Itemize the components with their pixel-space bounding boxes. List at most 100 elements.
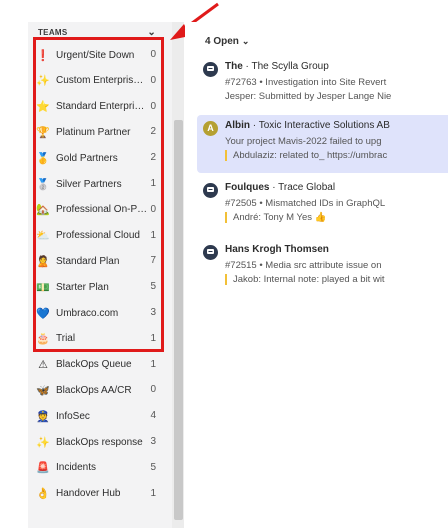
sidebar-item[interactable]: 🦋 BlackOps AA/CR 0 bbox=[36, 379, 164, 401]
sidebar-item[interactable]: ❗ Urgent/Site Down 0 bbox=[36, 44, 164, 66]
sidebar-item-count: 0 bbox=[150, 74, 156, 86]
sidebar-item[interactable]: 🥈 Silver Partners 1 bbox=[36, 173, 164, 195]
sidebar-item-count: 0 bbox=[150, 100, 156, 112]
conversation-title: Hans Krogh Thomsen bbox=[225, 244, 329, 255]
sun-cloud-icon: ⛅ bbox=[36, 230, 50, 243]
sidebar-item-label: Custom Enterprise S... bbox=[56, 75, 148, 87]
sidebar-item-count: 2 bbox=[150, 152, 156, 164]
status-filter-label: 4 Open bbox=[205, 36, 239, 47]
sidebar-item-label: Standard Enterprise ... bbox=[56, 101, 148, 113]
title-separator: · bbox=[269, 182, 279, 193]
sidebar-item-label: BlackOps response bbox=[56, 436, 143, 448]
sidebar-item-label: Handover Hub bbox=[56, 488, 121, 500]
sidebar-item[interactable]: ⛅ Professional Cloud 1 bbox=[36, 225, 164, 247]
company-name: Toxic Interactive Solutions AB bbox=[258, 120, 390, 131]
handshake-icon: 👌 bbox=[36, 488, 50, 501]
chevron-down-icon: ⌄ bbox=[241, 36, 250, 46]
sidebar-item-count: 1 bbox=[150, 487, 156, 499]
sidebar-item-count: 4 bbox=[150, 410, 156, 422]
sidebar-item-label: Silver Partners bbox=[56, 178, 122, 190]
house-icon: 🏡 bbox=[36, 204, 50, 217]
contact-name: Albin bbox=[225, 120, 250, 131]
conversation-preview: Jesper: Submitted by Jesper Lange Nie bbox=[225, 91, 392, 102]
sidebar-item-count: 0 bbox=[150, 384, 156, 396]
sidebar-item[interactable]: 💙 Umbraco.com 3 bbox=[36, 302, 164, 324]
sidebar-item-label: Trial bbox=[56, 333, 76, 345]
teams-header-label: TEAMS bbox=[38, 28, 68, 37]
conversation-list: 4 Open ⌄ The · The Scylla Group #72763 • I… bbox=[185, 22, 448, 528]
blue-heart-icon: 💙 bbox=[36, 307, 50, 320]
company-name: Trace Global bbox=[278, 182, 336, 193]
chat-icon bbox=[207, 187, 214, 192]
sidebar-item-count: 3 bbox=[150, 307, 156, 318]
sidebar-item[interactable]: ⚠ BlackOps Queue 1 bbox=[36, 354, 164, 376]
conversation-title: Albin · Toxic Interactive Solutions AB bbox=[225, 120, 390, 131]
money-icon: 💵 bbox=[36, 281, 50, 294]
sidebar-item-label: Umbraco.com bbox=[56, 307, 119, 319]
sparkle-icon: ✨ bbox=[36, 75, 50, 88]
teams-header[interactable]: TEAMS ⌄ bbox=[38, 27, 168, 42]
sidebar-item[interactable]: 🥇 Gold Partners 2 bbox=[36, 147, 164, 169]
title-separator: · bbox=[250, 120, 259, 131]
conversation-subject: #72763 • Investigation into Site Revert bbox=[225, 77, 387, 88]
conversation-item[interactable]: A Albin · Toxic Interactive Solutions AB Y… bbox=[197, 115, 448, 173]
warning-icon: ⚠ bbox=[38, 359, 48, 372]
company-name: The Scylla Group bbox=[251, 61, 329, 72]
exclamation-icon: ❗ bbox=[36, 49, 50, 62]
person-icon: 🙎 bbox=[36, 255, 50, 268]
sidebar-item-label: Standard Plan bbox=[56, 255, 120, 267]
silver-medal-icon: 🥈 bbox=[36, 178, 50, 191]
sidebar-item-label: BlackOps AA/CR bbox=[56, 384, 132, 396]
incident-icon: 🚨 bbox=[36, 462, 50, 475]
sidebar-item-label: Platinum Partner bbox=[56, 126, 131, 138]
gold-medal-icon: 🥇 bbox=[36, 152, 50, 165]
sidebar-item[interactable]: 🙎 Standard Plan 7 bbox=[36, 250, 164, 272]
butterfly-icon: 🦋 bbox=[36, 384, 50, 397]
conversation-item[interactable]: The · The Scylla Group #72763 • Investiga… bbox=[197, 56, 448, 114]
chat-icon bbox=[207, 249, 214, 254]
contact-name: The bbox=[225, 61, 243, 72]
cake-icon: 🎂 bbox=[36, 333, 50, 346]
conversation-subject: #72515 • Media src attribute issue on bbox=[225, 260, 382, 271]
sidebar-item-count: 2 bbox=[150, 126, 156, 138]
sidebar-item[interactable]: ⭐ Standard Enterprise ... 0 bbox=[36, 96, 164, 118]
sidebar-item[interactable]: 👌 Handover Hub 1 bbox=[36, 483, 164, 505]
sidebar-item-label: Professional Cloud bbox=[56, 230, 140, 242]
sidebar-item-count: 1 bbox=[150, 358, 156, 370]
star-icon: ⭐ bbox=[36, 101, 50, 114]
conversation-item[interactable]: Foulques · Trace Global #72505 • Mismatch… bbox=[197, 177, 448, 235]
sidebar-item[interactable]: 🎂 Trial 1 bbox=[36, 328, 164, 350]
conversation-title: The · The Scylla Group bbox=[225, 61, 329, 72]
contact-name: Foulques bbox=[225, 182, 270, 193]
trophy-icon: 🏆 bbox=[36, 126, 50, 139]
conversation-item[interactable]: Hans Krogh Thomsen #72515 • Media src att… bbox=[197, 239, 448, 297]
chat-icon bbox=[207, 66, 214, 71]
sidebar-item-label: Incidents bbox=[56, 462, 97, 474]
sparkle-icon: ✨ bbox=[36, 436, 50, 449]
sidebar-item-count: 1 bbox=[150, 229, 156, 241]
sidebar-item-label: BlackOps Queue bbox=[56, 359, 132, 371]
officer-icon: 👮 bbox=[36, 410, 50, 423]
sidebar-item-label: Professional On-Prem bbox=[56, 204, 148, 216]
sidebar-item-count: 1 bbox=[150, 178, 156, 189]
sidebar-item[interactable]: ✨ Custom Enterprise S... 0 bbox=[36, 70, 164, 92]
conversation-preview: André: Tony M Yes 👍 bbox=[225, 212, 327, 223]
sidebar-item[interactable]: 👮 InfoSec 4 bbox=[36, 405, 164, 427]
sidebar-item[interactable]: 🚨 Incidents 5 bbox=[36, 457, 164, 479]
sidebar-item[interactable]: 🏡 Professional On-Prem 0 bbox=[36, 199, 164, 221]
sidebar-item-label: Urgent/Site Down bbox=[56, 49, 135, 61]
sidebar-item-count: 3 bbox=[150, 436, 156, 447]
sidebar-item-label: Gold Partners bbox=[56, 152, 118, 164]
conversation-subject: Your project Mavis-2022 failed to upg bbox=[225, 136, 382, 147]
status-filter[interactable]: 4 Open ⌄ bbox=[205, 36, 249, 47]
sidebar-item[interactable]: 💵 Starter Plan 5 bbox=[36, 276, 164, 298]
contact-name: Hans Krogh Thomsen bbox=[225, 244, 329, 255]
sidebar-item-count: 0 bbox=[150, 49, 156, 60]
sidebar-item-count: 7 bbox=[150, 255, 156, 267]
sidebar-item[interactable]: ✨ BlackOps response 3 bbox=[36, 431, 164, 453]
sidebar-item-count: 5 bbox=[150, 281, 156, 293]
sidebar-item[interactable]: 🏆 Platinum Partner 2 bbox=[36, 121, 164, 143]
sidebar-scroll-thumb[interactable] bbox=[174, 120, 183, 520]
sidebar-item-count: 5 bbox=[150, 461, 156, 473]
sidebar-item-label: InfoSec bbox=[56, 410, 90, 422]
